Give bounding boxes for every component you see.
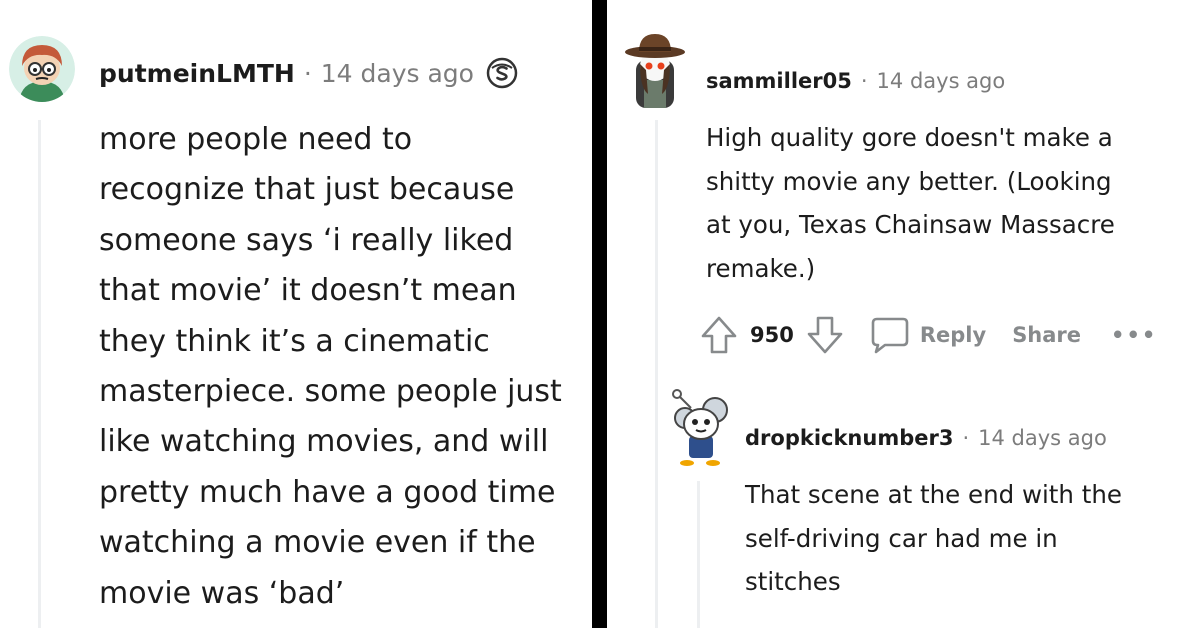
- reply-bubble-icon: [871, 317, 909, 354]
- reply-button[interactable]: Reply: [870, 316, 986, 354]
- meta-separator: ·: [962, 426, 970, 450]
- avatar-image: [625, 34, 685, 108]
- reply-label: Reply: [919, 323, 987, 347]
- comment-text-line: stitches: [745, 567, 841, 596]
- comment-meta: sammiller05 · 14 days ago: [706, 66, 1005, 96]
- avatar-image: [9, 36, 75, 102]
- s-award-icon[interactable]: [486, 57, 518, 89]
- share-button[interactable]: Share: [1012, 323, 1081, 347]
- comment-text-line: more people need to: [99, 122, 413, 157]
- comment-meta: dropkicknumber3 · 14 days ago: [745, 423, 1107, 453]
- comment-text-line: remake.): [706, 253, 816, 283]
- comment-text-line: that movie’ it doesn’t mean: [99, 273, 517, 309]
- comment-text-line: at you, Texas Chainsaw Massacre: [706, 210, 1115, 239]
- meta-separator: ·: [303, 58, 312, 88]
- comment-body: High quality gore doesn't make a shitty …: [706, 116, 1115, 290]
- comment-text-line: recognize that just because: [99, 172, 515, 208]
- right-comment-panel: sammiller05 · 14 days ago High quality g…: [607, 0, 1200, 628]
- comment-action-bar: 950 Reply Share •••: [700, 312, 1157, 358]
- comment-text-line: movie was ‘bad’: [99, 575, 345, 611]
- user-avatar[interactable]: [669, 388, 731, 466]
- comment-timestamp[interactable]: 14 days ago: [321, 59, 474, 88]
- meta-separator: ·: [860, 69, 868, 93]
- username-link[interactable]: sammiller05: [706, 69, 852, 93]
- comment-timestamp[interactable]: 14 days ago: [877, 69, 1006, 93]
- comment-text-line: That scene at the end with the: [745, 480, 1122, 509]
- comment-text-line: watching a movie even if the: [99, 525, 536, 561]
- thread-line[interactable]: [655, 120, 658, 628]
- downvote-arrow-icon[interactable]: [806, 315, 844, 355]
- comment-text-line: they think it’s a cinematic: [99, 323, 490, 359]
- comment-meta: putmeinLMTH · 14 days ago: [99, 56, 518, 90]
- thread-line[interactable]: [38, 120, 41, 628]
- username-link[interactable]: dropkicknumber3: [745, 426, 953, 450]
- comment-text-line: masterpiece. some people just: [99, 374, 562, 410]
- comment-text-line: shitty movie any better. (Looking: [706, 166, 1112, 196]
- comment-text-line: self-driving car had me in: [745, 523, 1058, 553]
- comment-text-line: High quality gore doesn't make a: [706, 123, 1113, 152]
- comment-text-line: someone says ‘i really liked: [99, 222, 514, 258]
- thread-line[interactable]: [697, 481, 700, 628]
- username-link[interactable]: putmeinLMTH: [99, 59, 295, 88]
- more-options-button[interactable]: •••: [1111, 323, 1157, 347]
- comment-text-line: pretty much have a good time: [99, 474, 556, 510]
- avatar-image: [672, 389, 728, 466]
- user-avatar[interactable]: [622, 30, 688, 108]
- comment-text-line: like watching movies, and will: [99, 424, 549, 460]
- comment-body: more people need to recognize that just …: [99, 115, 562, 619]
- upvote-arrow-icon[interactable]: [700, 315, 738, 355]
- left-comment-panel: putmeinLMTH · 14 days ago more people ne…: [0, 0, 592, 628]
- comment-timestamp[interactable]: 14 days ago: [978, 426, 1107, 450]
- comment-body: That scene at the end with the self-driv…: [745, 473, 1122, 604]
- vote-score: 950: [750, 323, 794, 347]
- user-avatar[interactable]: [9, 36, 75, 102]
